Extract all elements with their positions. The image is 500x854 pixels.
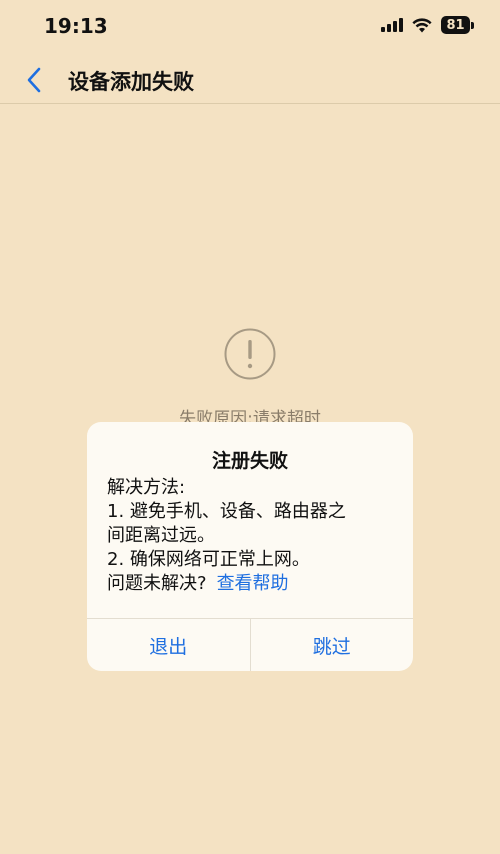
unresolved-row: 问题未解决? 查看帮助 [107,572,393,596]
dialog-body: 解决方法: 1. 避免手机、设备、路由器之 间距离过远。 2. 确保网络可正常上… [87,473,413,596]
exit-button[interactable]: 退出 [87,619,250,671]
solution-label: 解决方法: [107,477,186,498]
page-title: 设备添加失败 [68,70,194,94]
unresolved-label: 问题未解决? [107,573,207,594]
status-icons: 81 [381,16,474,34]
status-bar: 19:13 81 [0,0,500,54]
dialog-actions: 退出 跳过 [87,618,413,671]
signal-icon [381,18,403,32]
solution-step-2: 2. 确保网络可正常上网。 [107,549,310,570]
battery-icon: 81 [441,16,474,34]
error-dialog: 注册失败 解决方法: 1. 避免手机、设备、路由器之 间距离过远。 2. 确保网… [87,422,413,671]
battery-level: 81 [441,16,470,34]
solution-step-1-line-2: 间距离过远。 [107,525,215,546]
exclamation-circle-icon [224,328,276,380]
status-time: 19:13 [44,14,108,38]
view-help-link[interactable]: 查看帮助 [217,573,289,594]
dialog-title: 注册失败 [211,450,288,472]
chevron-left-icon [27,67,41,93]
skip-button[interactable]: 跳过 [249,619,414,671]
solution-step-1-line-1: 1. 避免手机、设备、路由器之 [107,501,346,522]
nav-bar: 设备添加失败 [0,54,500,104]
back-button[interactable] [18,64,50,96]
wifi-icon [412,17,432,33]
